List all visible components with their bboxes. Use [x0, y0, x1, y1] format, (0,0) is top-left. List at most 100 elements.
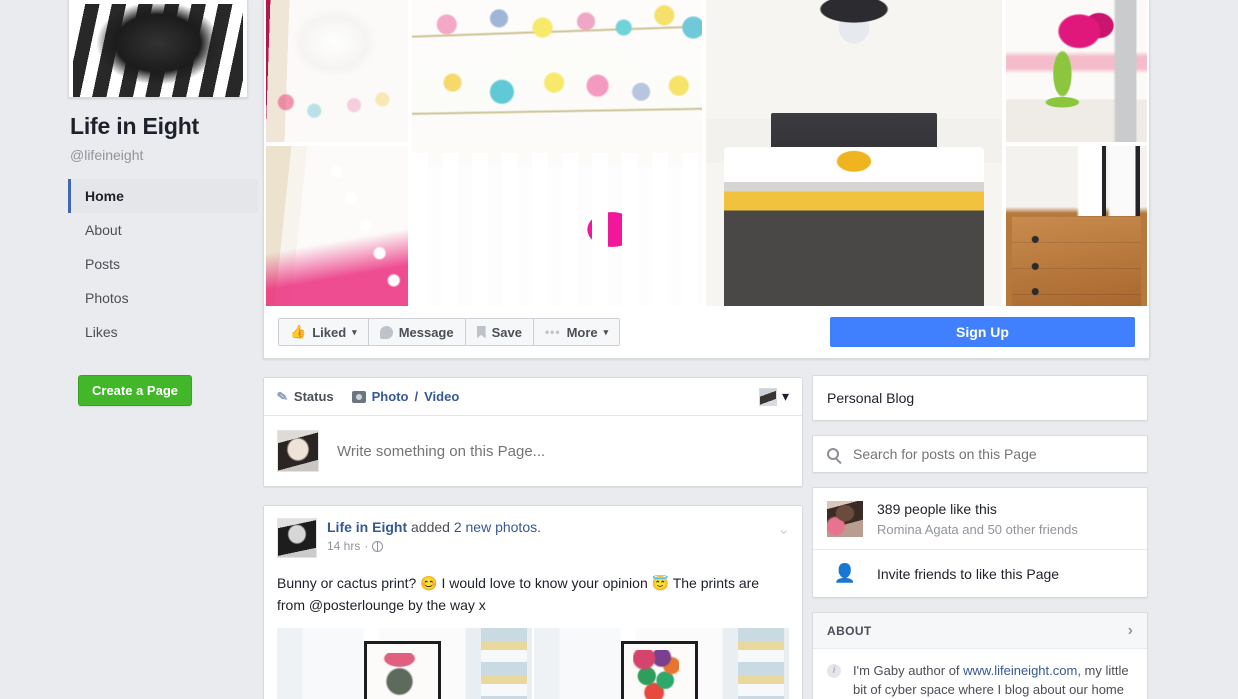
liked-button[interactable]: 👍 Liked ▾ — [279, 319, 369, 345]
cover-photo-image — [1006, 0, 1147, 142]
post-composer: ✎ Status Photo / Video ▾ — [263, 377, 803, 487]
sidebar-item-photos[interactable]: Photos — [68, 281, 258, 315]
page-title: Life in Eight — [70, 113, 199, 139]
ellipsis-icon: ••• — [544, 325, 561, 339]
post-body-text: Bunny or cactus print? 😊 I would love to… — [277, 575, 760, 613]
tab-photo-video[interactable]: Photo / Video — [351, 389, 460, 404]
search-icon — [827, 448, 839, 460]
thumbs-up-icon: 👍 — [290, 324, 307, 339]
about-text-pre: I'm Gaby author of — [853, 663, 964, 678]
page-category-card: Personal Blog — [812, 375, 1148, 421]
sidebar-item-about[interactable]: About — [68, 213, 258, 247]
page-handle: @lifeineight — [70, 147, 144, 164]
status-input[interactable] — [319, 442, 789, 460]
bookmark-icon — [476, 325, 486, 339]
likes-friends-label: Romina Agata and 50 other friends — [877, 522, 1078, 537]
post-meta: Life in Eight added 2 new photos. 14 hrs… — [317, 518, 541, 558]
tab-status[interactable]: ✎ Status — [275, 387, 334, 405]
chevron-down-icon: ▾ — [781, 388, 789, 404]
info-icon: i — [827, 664, 841, 678]
facebook-page-root: Life in Eight @lifeineight Home About Po… — [0, 0, 1238, 699]
tab-status-label: Status — [293, 389, 334, 404]
invite-friends-label: Invite friends to like this Page — [877, 565, 1060, 582]
cover-photo-wooden-dresser-with-prints[interactable] — [1006, 146, 1147, 306]
chevron-right-icon[interactable]: › — [1128, 622, 1133, 640]
curtain-decor — [481, 628, 527, 699]
about-header[interactable]: ABOUT › — [813, 613, 1147, 649]
post-timestamp: 14 hrs · — [327, 539, 541, 553]
save-button[interactable]: Save — [465, 319, 534, 345]
cover-photo-grey-yellow-master-bedroom[interactable] — [706, 0, 1002, 306]
about-description: I'm Gaby author of www.lifeineight.com, … — [853, 661, 1133, 699]
chevron-down-icon: ▾ — [352, 326, 357, 337]
avatar[interactable] — [277, 518, 317, 558]
message-bubble-icon — [379, 325, 393, 339]
tab-photo-label: Photo — [371, 389, 409, 404]
page-likes-card: 389 people like this Romina Agata and 50… — [812, 487, 1148, 598]
cover-photo-image — [706, 0, 1002, 306]
page-nav: Home About Posts Photos Likes — [68, 179, 258, 349]
sidebar-item-label: Likes — [85, 324, 118, 341]
about-website-link[interactable]: www.lifeineight.com — [963, 663, 1077, 678]
profile-photo[interactable] — [68, 0, 248, 98]
post-photo-image — [534, 628, 789, 699]
cover-photo-nursery-bird-wallpaper-cot[interactable] — [412, 0, 702, 306]
post-title: Life in Eight added 2 new photos. — [327, 518, 541, 536]
chevron-down-icon: ▾ — [603, 326, 609, 337]
page-search-card[interactable] — [812, 435, 1148, 473]
right-sidebar: Personal Blog 389 people like this Romin… — [812, 375, 1148, 699]
likes-text-block: 389 people like this Romina Agata and 50… — [877, 500, 1078, 537]
post-time-label[interactable]: 14 hrs — [327, 539, 360, 553]
sidebar-item-label: Posts — [85, 256, 121, 273]
pencil-icon: ✎ — [275, 387, 290, 405]
post-dot: · — [364, 539, 369, 553]
globe-icon[interactable] — [372, 540, 384, 552]
message-button[interactable]: Message — [368, 319, 466, 345]
chevron-down-icon[interactable]: ⌄ — [777, 520, 790, 538]
more-button[interactable]: ••• More ▾ — [533, 319, 620, 345]
page-action-bar: 👍 Liked ▾ Message Save ••• More ▾ Sign U… — [264, 306, 1149, 358]
post-photo-bunny-print[interactable] — [277, 628, 532, 699]
post-card: Life in Eight added 2 new photos. 14 hrs… — [263, 505, 803, 699]
post-photo-cactus-print[interactable] — [534, 628, 789, 699]
about-body: i I'm Gaby author of www.lifeineight.com… — [813, 649, 1147, 699]
sidebar-item-home[interactable]: Home — [68, 179, 258, 214]
signup-button[interactable]: Sign Up — [830, 317, 1135, 347]
left-sidebar: Life in Eight @lifeineight Home About Po… — [68, 0, 258, 699]
likes-summary-row[interactable]: 389 people like this Romina Agata and 50… — [813, 488, 1147, 550]
composer-audience-selector[interactable]: ▾ — [758, 387, 789, 406]
post-period: . — [537, 519, 542, 535]
cover-photo-wardrobe-glass-knobs[interactable] — [266, 146, 408, 306]
sidebar-item-label: Home — [85, 188, 124, 205]
tab-video-label: Video — [424, 389, 460, 404]
liked-button-label: Liked — [312, 324, 347, 340]
post-photo-image — [277, 628, 532, 699]
about-title: ABOUT — [827, 623, 872, 638]
invite-friends-row[interactable]: 👤 Invite friends to like this Page — [813, 550, 1147, 597]
sidebar-item-posts[interactable]: Posts — [68, 247, 258, 281]
create-page-button[interactable]: Create a Page — [78, 375, 192, 407]
post-action-text: added — [411, 519, 450, 535]
likes-count-label: 389 people like this — [877, 501, 997, 517]
cover-photo-feather-pendant-lamp[interactable] — [266, 0, 408, 142]
search-input[interactable] — [839, 446, 1133, 462]
cover-photo-image — [266, 0, 408, 142]
post-photos-link[interactable]: 2 new photos — [454, 519, 537, 535]
sidebar-item-label: Photos — [85, 290, 129, 307]
cover-photo-image — [266, 146, 408, 306]
center-column: 👍 Liked ▾ Message Save ••• More ▾ Sign U… — [263, 0, 1150, 699]
cover-photo-image — [412, 0, 702, 306]
post-author-link[interactable]: Life in Eight — [327, 519, 407, 535]
page-category: Personal Blog — [827, 390, 915, 406]
post-photo-grid — [264, 628, 802, 699]
about-card: ABOUT › i I'm Gaby author of www.lifeine… — [812, 612, 1148, 699]
message-button-label: Message — [398, 324, 454, 340]
cover-photo-pink-peonies-in-jug[interactable] — [1006, 0, 1147, 142]
sidebar-item-label: About — [85, 222, 122, 239]
composer-body — [264, 416, 802, 486]
composer-tabs: ✎ Status Photo / Video ▾ — [264, 378, 802, 416]
cover-card: 👍 Liked ▾ Message Save ••• More ▾ Sign U… — [263, 0, 1150, 359]
more-button-label: More — [566, 324, 598, 340]
tab-separator: / — [414, 389, 419, 404]
sidebar-item-likes[interactable]: Likes — [68, 315, 258, 349]
